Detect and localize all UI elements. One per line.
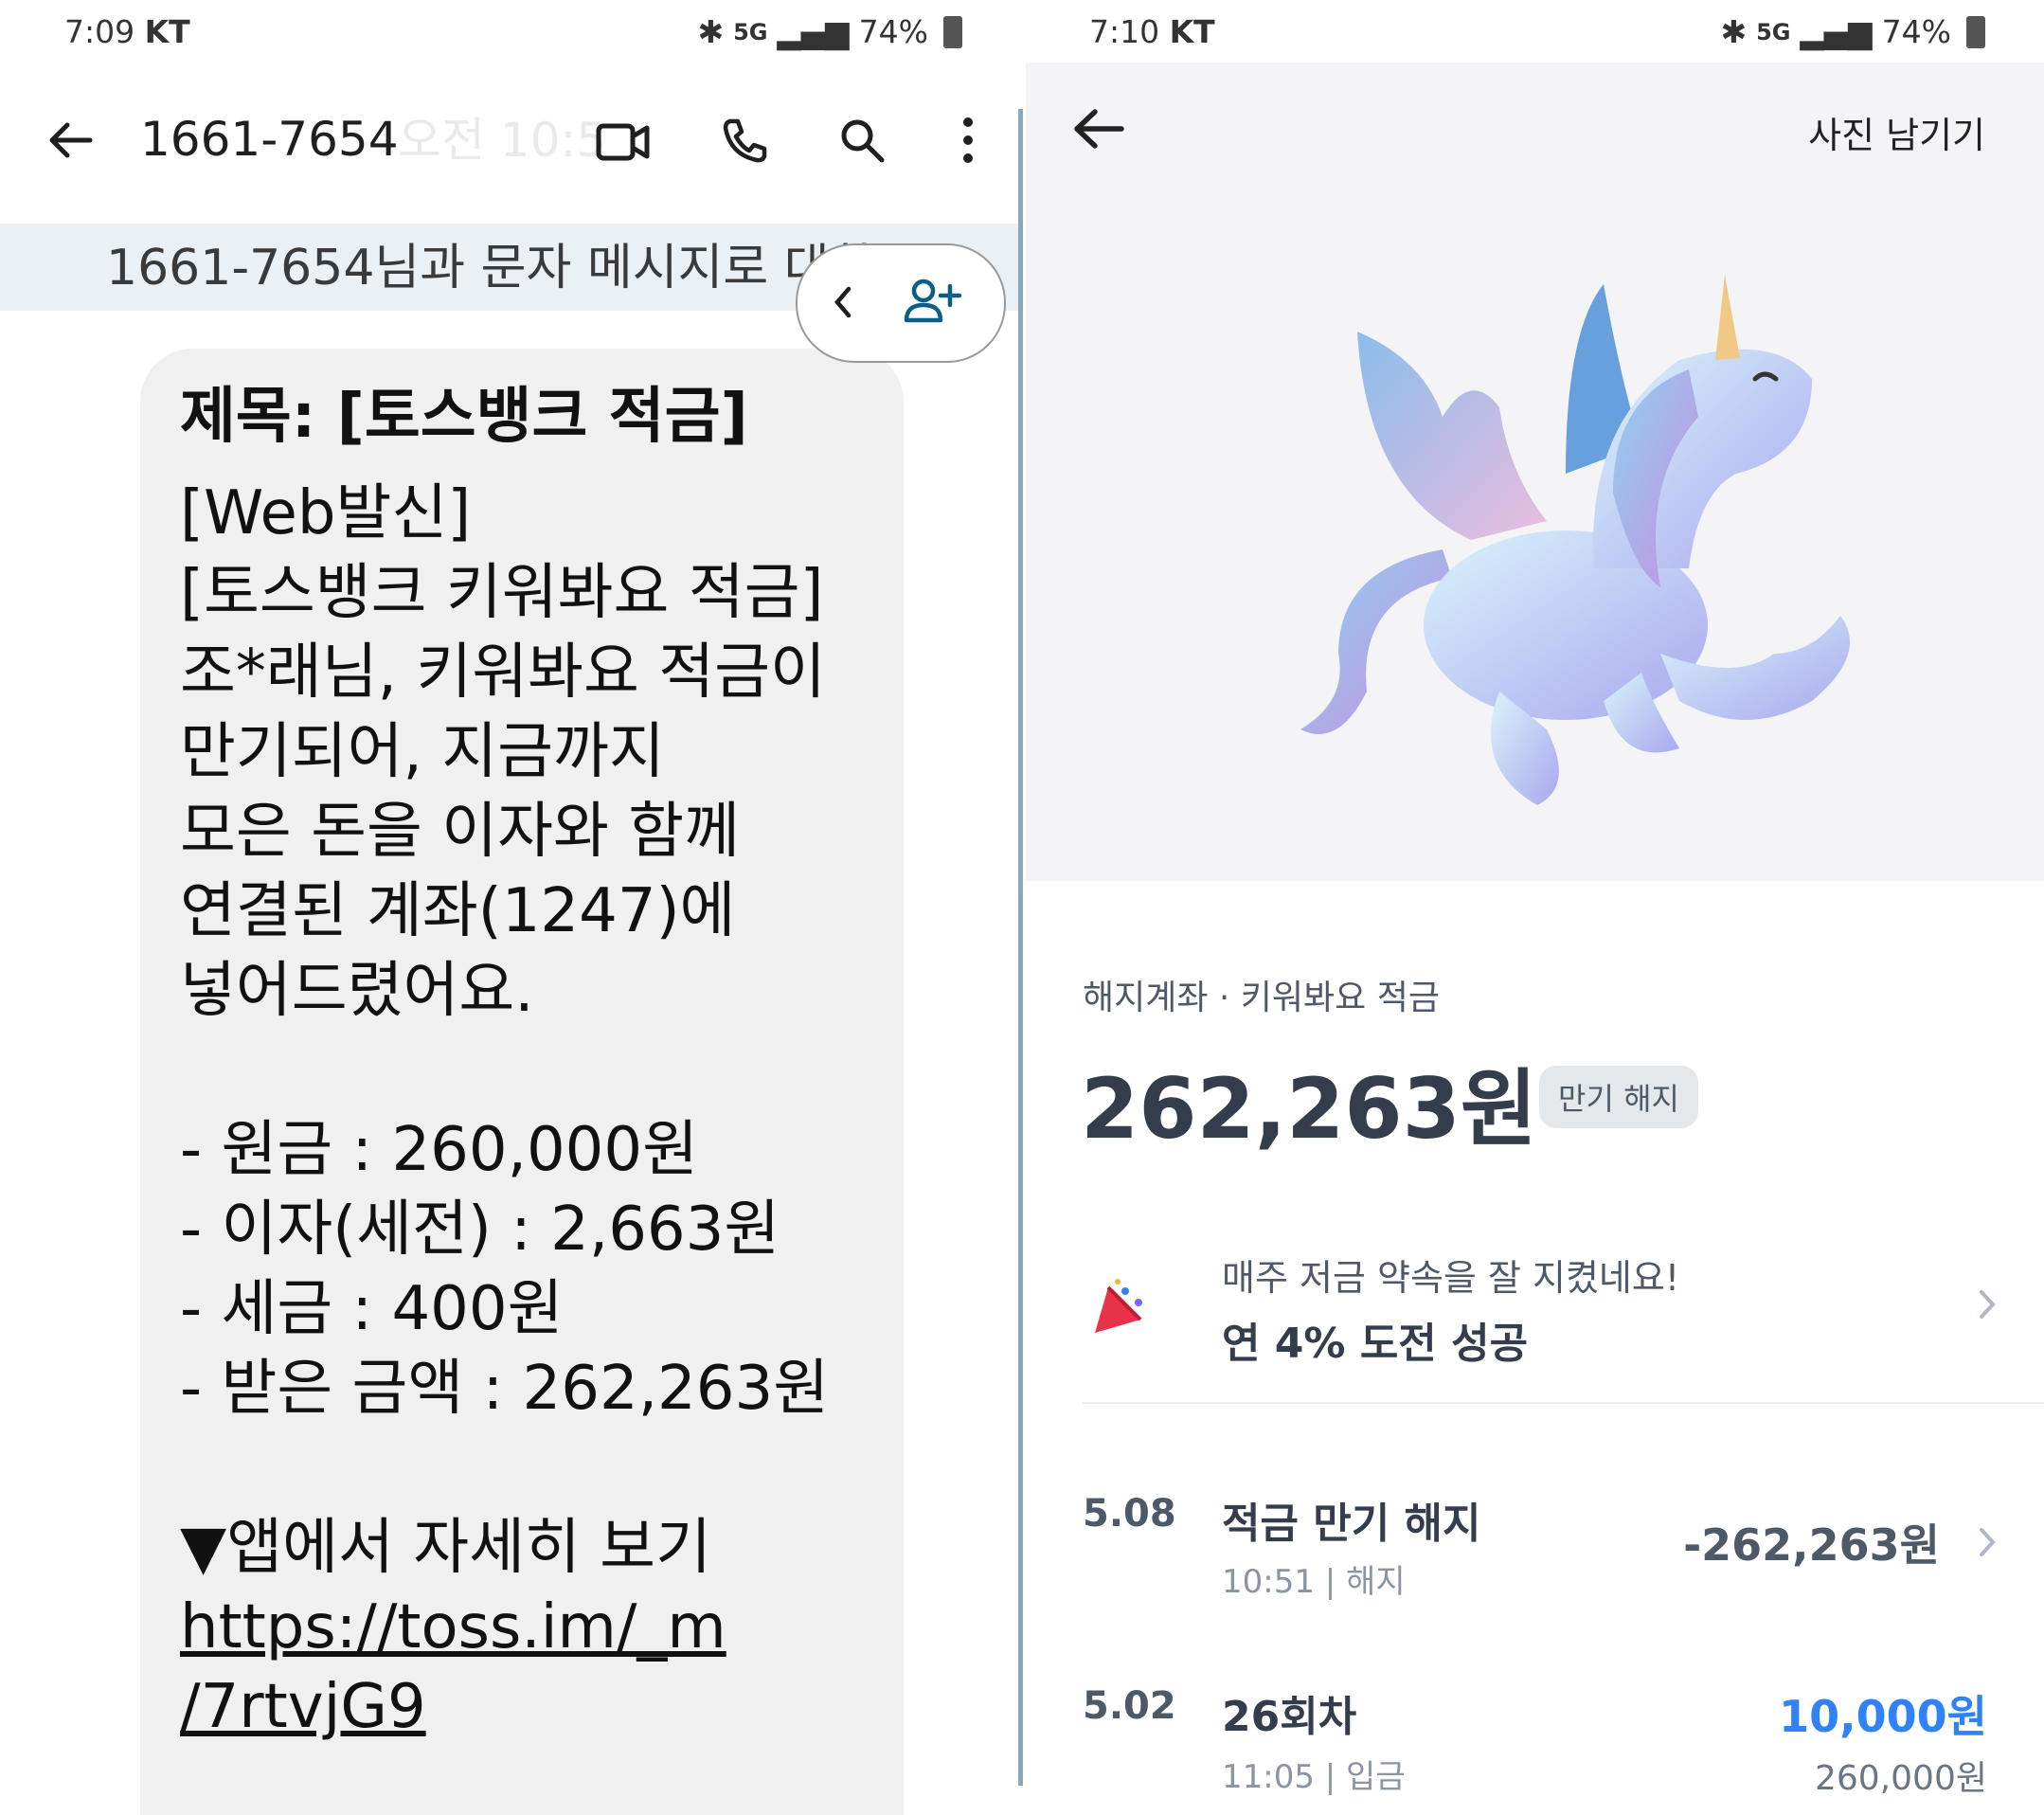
transaction-amount: -262,263원: [1683, 1519, 1940, 1571]
toss-app-panel: 7:10 KT ✱ 5G ▂▄▆ 74% 사진 남기기 해지계좌 · 키워봐요 …: [1026, 0, 2044, 1815]
chevron-left-icon[interactable]: [822, 279, 864, 326]
status-badge: 만기 해지: [1539, 1066, 1698, 1128]
account-subtitle: 해지계좌 · 키워봐요 적금: [1083, 979, 1440, 1017]
message-line: [Web발신]: [180, 478, 472, 548]
status-time: 7:09 KT: [64, 13, 190, 50]
bluetooth-icon: ✱: [1720, 13, 1748, 50]
network-label: 5G: [1756, 18, 1791, 45]
battery-text: 74%: [1881, 13, 1951, 50]
message-subject: 제목: [토스뱅크 적금]: [180, 382, 748, 452]
signal-icon: ▂▄▆: [1800, 13, 1873, 50]
message-line: - 세금 : 400원: [180, 1274, 564, 1344]
video-call-icon[interactable]: [595, 116, 652, 169]
promo-title[interactable]: 연 4% 도전 성공: [1222, 1309, 1528, 1370]
message-line: 연결된 계좌(1247)에: [180, 876, 736, 946]
transaction-title[interactable]: 26회차: [1222, 1682, 1356, 1743]
phone-icon[interactable]: [718, 114, 771, 167]
battery-text: 74%: [858, 13, 928, 50]
bluetooth-icon: ✱: [697, 13, 725, 50]
message-line: 조*래님, 키워봐요 적금이: [180, 638, 826, 708]
transaction-meta: 10:51 | 해지: [1222, 1563, 1406, 1601]
party-popper-icon: [1083, 1269, 1158, 1345]
messages-panel: 7:09 KT ✱ 5G ▂▄▆ 74% 오전 10:5 1661-7654 1…: [0, 0, 1021, 1815]
status-icons: ✱ 5G ▂▄▆ 74%: [1720, 13, 1985, 50]
signal-icon: ▂▄▆: [777, 13, 850, 50]
panel-divider: [1018, 109, 1023, 1786]
message-line: - 원금 : 260,000원: [180, 1115, 698, 1185]
status-icons: ✱ 5G ▂▄▆ 74%: [697, 13, 962, 50]
status-bar: 7:09 KT ✱ 5G ▂▄▆ 74%: [0, 0, 1021, 63]
message-line: ▼앱에서 자세히 보기: [180, 1513, 711, 1583]
message-line: 넣어드렸어요.: [180, 956, 534, 1026]
unicorn-illustration-icon: [1282, 256, 1888, 824]
add-contact-icon[interactable]: [900, 275, 966, 328]
battery-icon: [1966, 15, 1985, 48]
message-line: - 받은 금액 : 262,263원: [180, 1354, 830, 1424]
transaction-date: 5.02: [1083, 1684, 1176, 1728]
transaction-date: 5.08: [1083, 1492, 1176, 1536]
message-link[interactable]: https://toss.im/_m: [180, 1597, 726, 1658]
message-line: 만기되어, 지금까지: [180, 717, 665, 787]
message-line: - 이자(세전) : 2,663원: [180, 1195, 780, 1265]
account-amount: 262,263원: [1081, 1060, 1537, 1158]
message-link[interactable]: /7rtvjG9: [180, 1677, 426, 1737]
ghost-timestamp: 오전 10:5: [398, 113, 607, 168]
status-time: 7:10 KT: [1089, 13, 1215, 50]
network-label: 5G: [733, 18, 768, 45]
back-arrow-icon[interactable]: [44, 114, 97, 167]
promo-subtitle: 매주 저금 약속을 잘 지켰네요!: [1222, 1257, 1680, 1299]
status-bar: 7:10 KT ✱ 5G ▂▄▆ 74%: [1026, 0, 2044, 63]
back-arrow-icon[interactable]: [1067, 102, 1130, 155]
transaction-title[interactable]: 적금 만기 해지: [1222, 1489, 1481, 1550]
transaction-balance: 260,000원: [1815, 1759, 1987, 1798]
transaction-meta: 11:05 | 입금: [1222, 1758, 1406, 1796]
chevron-right-icon[interactable]: [1973, 1284, 2001, 1325]
message-line: [토스뱅크 키워봐요 적금]: [180, 558, 824, 628]
chevron-right-icon[interactable]: [1973, 1521, 2001, 1563]
page-title: 1661-7654: [140, 112, 399, 167]
leave-photo-button[interactable]: 사진 남기기: [1808, 106, 1985, 158]
message-line: 모은 돈을 이자와 함께: [180, 797, 740, 867]
search-icon[interactable]: [835, 114, 888, 167]
battery-icon: [943, 15, 962, 48]
divider: [1083, 1402, 2044, 1404]
more-vert-icon[interactable]: [947, 114, 989, 167]
transaction-amount: 10,000원: [1779, 1691, 1987, 1742]
